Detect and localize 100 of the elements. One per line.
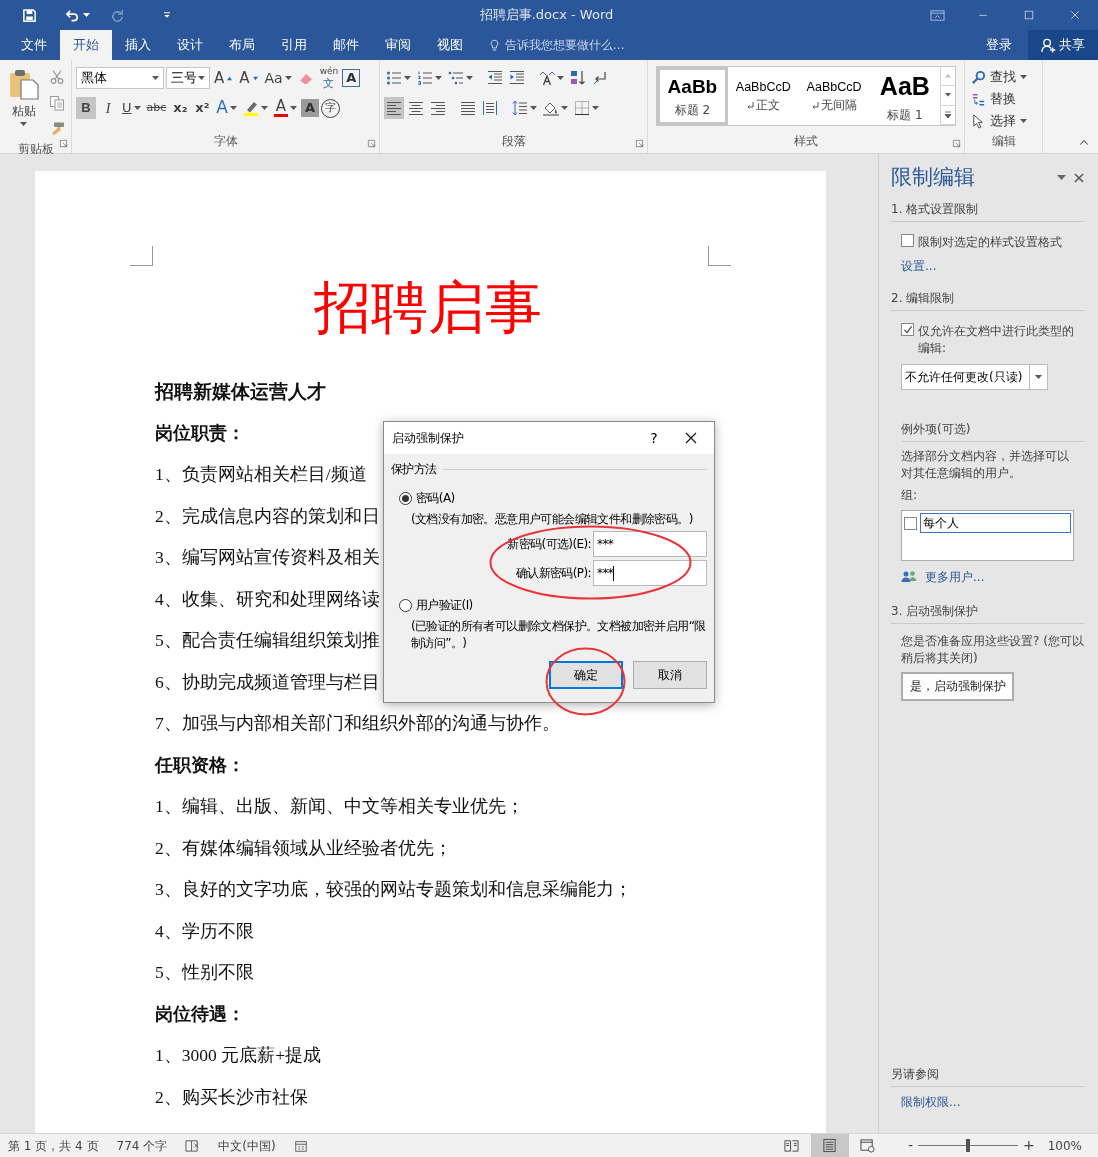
ribbon-tab[interactable]: 引用 <box>268 30 320 60</box>
paragraph-mark-icon <box>592 70 608 86</box>
zoom-slider-thumb[interactable] <box>965 1139 970 1152</box>
description-text: 您是否准备应用这些设置? (您可以稍后将其关闭) <box>901 632 1084 667</box>
strikethrough-button[interactable]: abc <box>144 97 169 119</box>
list-item-text: 1、3000 元底薪+提成 <box>155 1044 321 1067</box>
up-arrow-icon <box>226 75 234 81</box>
group-label: 组: <box>901 486 919 504</box>
font-color-button[interactable]: A <box>271 97 299 119</box>
book-icon <box>784 1138 800 1153</box>
zoom-slider[interactable] <box>917 1139 1018 1152</box>
password-field[interactable]: *** <box>593 531 707 557</box>
ribbon-tab[interactable]: 插入 <box>112 30 164 60</box>
zoom-out-button[interactable]: - <box>902 1135 918 1156</box>
outdent-icon <box>487 70 503 86</box>
font-name-field[interactable]: 黑体 <box>76 67 164 89</box>
ribbon-display-icon <box>929 7 945 23</box>
change-case-button[interactable]: Aa <box>262 67 294 89</box>
paste-button[interactable]: 粘贴 <box>4 66 43 128</box>
replace-button[interactable]: 替换 <box>969 88 1038 110</box>
find-button[interactable]: 查找 <box>969 66 1038 88</box>
character-shading-button[interactable]: A <box>300 99 319 117</box>
ribbon-tab[interactable]: 布局 <box>216 30 268 60</box>
underline-button[interactable]: U <box>120 97 143 119</box>
subscript-button[interactable]: x₂ <box>170 97 191 119</box>
close-icon <box>685 432 697 444</box>
macro-button[interactable] <box>293 1138 308 1153</box>
help-button[interactable]: ? <box>640 426 668 450</box>
dialog-launcher-button[interactable] <box>635 139 644 148</box>
tell-me-search[interactable]: 告诉我您想要做什么... <box>488 36 625 54</box>
more-users-link[interactable]: 更多用户... <box>901 567 1084 586</box>
sort-icon <box>570 70 586 86</box>
pane-close-button[interactable] <box>1074 172 1084 183</box>
dialog-launcher-button[interactable] <box>59 139 68 148</box>
style-item[interactable]: AaBb 标题 2 <box>657 67 728 125</box>
align-left-button[interactable] <box>384 97 404 119</box>
web-page-icon <box>860 1138 876 1153</box>
character-border-button[interactable]: A <box>342 69 361 87</box>
field-label: 确认新密码(P): <box>515 565 591 582</box>
caret-icon <box>1057 175 1066 181</box>
pane-options-button[interactable] <box>1057 175 1066 181</box>
select-button[interactable]: 选择 <box>969 110 1038 132</box>
group-label: 字体 <box>213 133 238 150</box>
close-icon <box>1074 172 1084 183</box>
section-heading: 2. 编辑限制 <box>891 288 1084 311</box>
shrink-font-button[interactable]: A <box>237 67 261 89</box>
list-item-text: 6、协助完成频道管理与栏目 <box>155 670 380 694</box>
grow-font-button[interactable]: A <box>212 67 236 89</box>
proofing-button[interactable] <box>185 1138 201 1153</box>
print-layout-button[interactable] <box>810 1134 849 1157</box>
enforce-protection-button[interactable]: 是，启动强制保护 <box>901 671 1014 701</box>
zoom-level[interactable]: 100% <box>1047 1136 1082 1155</box>
list-item-text: 4、学历不限 <box>155 919 254 943</box>
radio-option[interactable]: 密码(A) <box>399 489 455 507</box>
asian-layout-icon <box>539 70 555 86</box>
ribbon-tab[interactable]: 开始 <box>60 30 112 60</box>
caret-icon <box>1035 374 1042 379</box>
ribbon-tab[interactable]: 审阅 <box>372 30 424 60</box>
note-text: (文档没有加密。恶意用户可能会编辑文件和删除密码。) <box>411 511 694 528</box>
font-size-field[interactable]: 三号 <box>166 67 210 89</box>
editing-type-dropdown[interactable]: 不允许任何更改(只读) <box>901 363 1048 390</box>
checkbox[interactable] <box>901 322 914 336</box>
ribbon-tab[interactable]: 视图 <box>424 30 476 60</box>
dialog-launcher-button[interactable] <box>367 139 376 148</box>
page-count: 第 1 页，共 4 页 <box>8 1137 99 1155</box>
language-status[interactable]: 中文(中国) <box>218 1136 276 1155</box>
cancel-button[interactable]: 取消 <box>633 661 707 689</box>
list-item-text: 2、完成信息内容的策划和日 <box>155 504 380 528</box>
checkbox[interactable] <box>904 516 917 530</box>
list-item-text: 5、配合责任编辑组织策划推 <box>155 629 380 652</box>
radio-option[interactable]: 用户验证(I) <box>399 596 473 614</box>
numbered-list-icon <box>417 70 433 86</box>
list-item-text: 7、加强与内部相关部门和组织外部的沟通与协作。 <box>155 712 560 735</box>
ribbon-tab[interactable]: 设计 <box>164 30 216 60</box>
users-icon <box>901 568 917 585</box>
share-button[interactable]: 共享 <box>1028 30 1098 60</box>
person-add-icon <box>1041 37 1056 53</box>
indent-icon <box>509 70 525 86</box>
list-item-text: 2、有媒体编辑领域从业经验者优先； <box>155 836 452 860</box>
zoom-in-button[interactable]: + <box>1017 1135 1040 1156</box>
group-label: 剪贴板 <box>17 141 54 158</box>
bold-button[interactable]: B <box>76 97 96 119</box>
group-name[interactable]: 每个人 <box>920 512 1071 533</box>
ok-button[interactable]: 确定 <box>549 661 623 689</box>
settings-link[interactable]: 设置... <box>901 256 1084 275</box>
ribbon-tab[interactable]: 邮件 <box>320 30 372 60</box>
password-field[interactable]: *** <box>593 560 707 586</box>
ribbon-tab[interactable]: 文件 <box>8 30 60 60</box>
group-label: 样式 <box>794 133 818 150</box>
italic-button[interactable]: I <box>98 97 118 119</box>
redo-icon <box>110 7 125 23</box>
dialog-launcher-button[interactable] <box>952 139 961 148</box>
sign-in-link[interactable]: 登录 <box>980 34 1018 56</box>
text-effects-button[interactable]: A <box>214 97 239 119</box>
superscript-button[interactable]: x² <box>192 97 213 119</box>
down-arrow-icon <box>251 75 259 81</box>
restrict-permission-link[interactable]: 限制权限... <box>901 1093 1084 1111</box>
checkbox[interactable] <box>901 233 914 247</box>
phonetic-guide-button[interactable]: wén 文 <box>317 67 341 89</box>
close-icon <box>1069 9 1081 21</box>
